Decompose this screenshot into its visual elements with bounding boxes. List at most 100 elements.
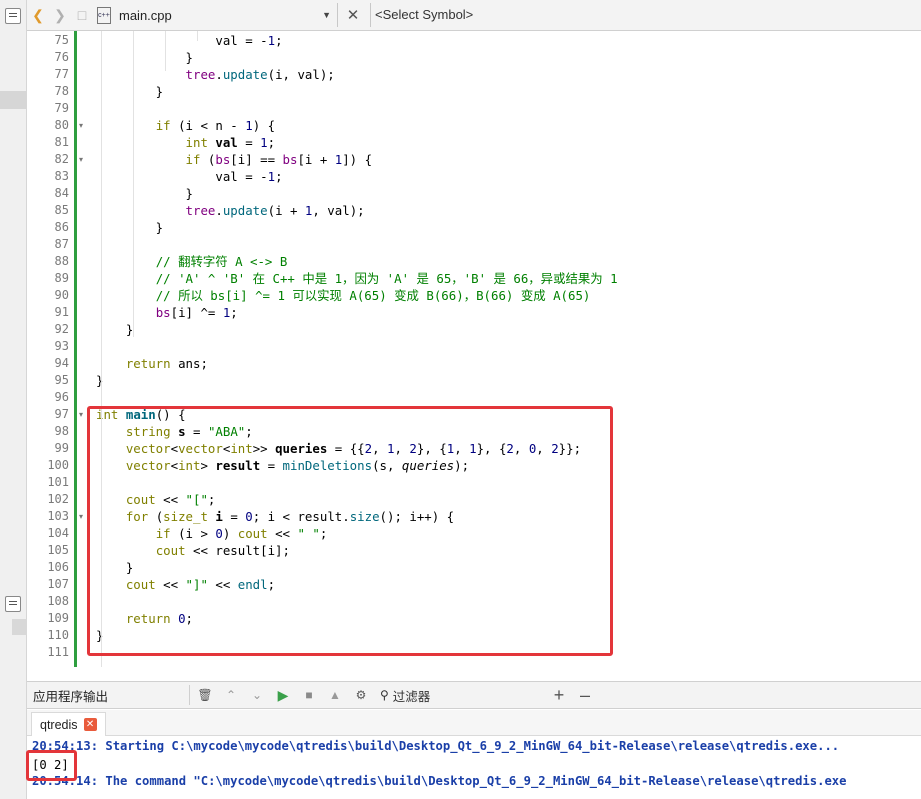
close-icon[interactable]: ✕ <box>83 718 97 731</box>
code-token: return <box>125 356 171 371</box>
line-number: 82 <box>54 152 69 166</box>
stop-icon[interactable]: ■ <box>298 684 320 706</box>
line-number: 111 <box>47 645 69 659</box>
fold-arrow-icon[interactable]: ▾ <box>79 117 83 134</box>
chevron-down-icon: ▼ <box>322 10 331 20</box>
code-token: . <box>215 203 223 218</box>
code-token: , val); <box>312 203 365 218</box>
code-token: . <box>215 67 223 82</box>
main-function-highlight <box>87 406 613 656</box>
code-token: 1 <box>267 33 276 48</box>
symbol-selector[interactable]: <Select Symbol> <box>370 3 473 27</box>
chevron-right-icon[interactable]: ❯ <box>49 4 71 26</box>
output-pane-title: 应用程序输出 <box>33 689 109 704</box>
code-token: // 所以 bs[i] ^= 1 可以实现 A(65) 变成 B(66)，B(6… <box>155 288 591 303</box>
line-number: 84 <box>54 186 69 200</box>
change-marker-bar <box>74 31 77 667</box>
line-number: 103 <box>47 509 69 523</box>
tab-label: qtredis <box>40 717 78 732</box>
output-pane-header: 应用程序输出 🗑 ⌃ ⌄ ▶ ■ ▲ ⚙ ⚲ 过滤器 + – <box>27 681 921 709</box>
sidebar-selected-row <box>0 91 27 109</box>
code-token: } <box>96 186 193 201</box>
output-tabs-bar: qtredis ✕ <box>27 710 921 736</box>
minus-icon[interactable]: – <box>574 684 596 706</box>
lock-icon[interactable]: □ <box>71 4 93 26</box>
code-token: } <box>96 84 164 99</box>
code-token: bs <box>155 305 171 320</box>
fold-arrow-icon[interactable]: ▾ <box>79 508 83 525</box>
line-number: 88 <box>54 254 69 268</box>
code-token: ans; <box>170 356 208 371</box>
code-token: int <box>185 135 208 150</box>
code-token: if <box>155 118 171 133</box>
code-token: [i + <box>297 152 335 167</box>
code-token: [i] == <box>230 152 283 167</box>
file-selector[interactable]: c++ main.cpp ▼ <box>93 3 338 27</box>
line-number: 90 <box>54 288 69 302</box>
output-body[interactable]: 20:54:13: Starting C:\mycode\mycode\qtre… <box>27 737 921 799</box>
chevron-down-icon[interactable]: ⌄ <box>246 684 268 706</box>
indent-guide <box>133 31 134 337</box>
code-token: = - <box>237 33 268 48</box>
chevron-up-icon[interactable]: ⌃ <box>220 684 242 706</box>
code-token: } <box>96 373 104 388</box>
line-number: 80 <box>54 118 69 132</box>
line-number: 100 <box>47 458 69 472</box>
code-line: // 'A' ^ 'B' 在 C++ 中是 1，因为 'A' 是 65，'B' … <box>96 270 618 287</box>
code-line: } <box>96 185 193 202</box>
chevron-left-icon[interactable]: ❮ <box>27 4 49 26</box>
code-token: } <box>96 220 164 235</box>
line-number: 89 <box>54 271 69 285</box>
fold-arrow-icon[interactable]: ▾ <box>79 151 83 168</box>
code-line: val = -1; <box>96 32 283 49</box>
attach-debugger-icon[interactable]: ▲ <box>324 684 346 706</box>
code-token: ) { <box>252 118 276 133</box>
code-token: tree <box>185 203 216 218</box>
line-number: 81 <box>54 135 69 149</box>
code-token: (i + <box>267 203 305 218</box>
code-token: update <box>222 203 268 218</box>
separator <box>189 685 190 705</box>
indent-guide <box>165 31 166 71</box>
line-number: 104 <box>47 526 69 540</box>
code-line: tree.update(i + 1, val); <box>96 202 365 219</box>
indent-guide <box>197 31 198 41</box>
sidebar-toggle-button-lower[interactable] <box>5 596 21 612</box>
code-token: // 翻转字符 A <-> B <box>155 254 288 269</box>
filter-input[interactable]: ⚲ 过滤器 <box>380 684 548 706</box>
trash-icon[interactable]: 🗑 <box>194 684 216 706</box>
code-line: } <box>96 372 103 389</box>
line-number: 96 <box>54 390 69 404</box>
cpp-file-icon: c++ <box>97 6 111 24</box>
line-number: 87 <box>54 237 69 251</box>
code-token: 1 <box>245 118 253 133</box>
sidebar-toggle-button[interactable] <box>5 8 21 24</box>
plus-icon[interactable]: + <box>548 684 570 706</box>
line-number: 101 <box>47 475 69 489</box>
tab-qtredis[interactable]: qtredis ✕ <box>31 712 106 736</box>
line-number: 91 <box>54 305 69 319</box>
left-side-strip <box>0 0 27 799</box>
code-token: val <box>215 169 238 184</box>
code-token: ( <box>200 152 216 167</box>
code-token: 1 <box>260 135 268 150</box>
line-number: 109 <box>47 611 69 625</box>
code-token: ; <box>275 33 283 48</box>
search-icon: ⚲ <box>380 688 389 702</box>
line-number: 79 <box>54 101 69 115</box>
code-line: tree.update(i, val); <box>96 66 335 83</box>
gear-icon[interactable]: ⚙ <box>350 684 372 706</box>
fold-arrow-icon[interactable]: ▾ <box>79 406 83 423</box>
play-icon[interactable]: ▶ <box>272 684 294 706</box>
close-icon[interactable]: ✕ <box>342 4 364 26</box>
line-number: 78 <box>54 84 69 98</box>
line-number: 77 <box>54 67 69 81</box>
line-number: 95 <box>54 373 69 387</box>
code-line: if (i < n - 1) { <box>96 117 275 134</box>
code-token: ; <box>275 169 283 184</box>
